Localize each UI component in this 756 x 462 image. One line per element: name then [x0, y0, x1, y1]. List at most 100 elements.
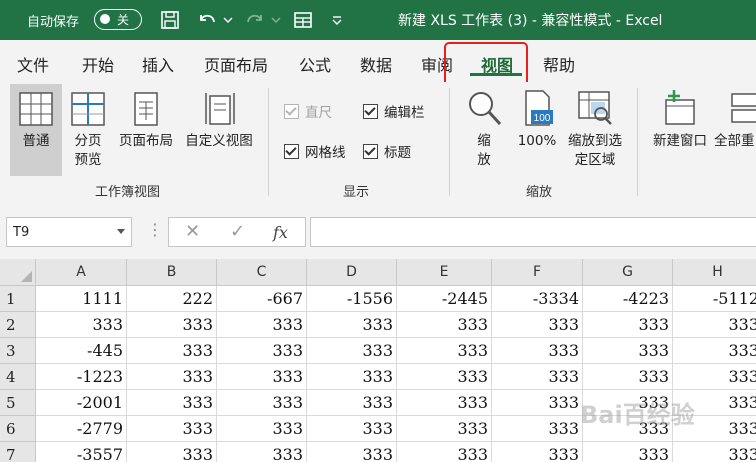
- tab-data[interactable]: 数据: [360, 52, 392, 76]
- cell-e2[interactable]: 333: [397, 312, 492, 338]
- cell-g3[interactable]: 333: [583, 338, 673, 364]
- page-break-preview-button[interactable]: 分页预览: [66, 84, 110, 176]
- column-header-d[interactable]: D: [307, 259, 397, 286]
- tab-home[interactable]: 开始: [82, 52, 114, 76]
- tab-page-layout[interactable]: 页面布局: [204, 52, 268, 76]
- insert-function-icon[interactable]: fx: [273, 223, 288, 242]
- arrange-all-button[interactable]: 全部重: [714, 84, 756, 176]
- row-header-6[interactable]: 6: [0, 416, 36, 442]
- cell-e4[interactable]: 333: [397, 364, 492, 390]
- cell-a1[interactable]: 1111: [36, 286, 127, 312]
- tab-insert[interactable]: 插入: [142, 52, 174, 76]
- cell-c1[interactable]: -667: [217, 286, 307, 312]
- column-header-c[interactable]: C: [217, 259, 307, 286]
- row-header-2[interactable]: 2: [0, 312, 36, 338]
- cell-f4[interactable]: 333: [492, 364, 583, 390]
- formula-bar-checkbox[interactable]: 编辑栏: [363, 101, 425, 121]
- cell-f3[interactable]: 333: [492, 338, 583, 364]
- cell-d6[interactable]: 333: [307, 416, 397, 442]
- cell-e1[interactable]: -2445: [397, 286, 492, 312]
- row-header-4[interactable]: 4: [0, 364, 36, 390]
- row-header-5[interactable]: 5: [0, 390, 36, 416]
- cell-h4[interactable]: 333: [673, 364, 756, 390]
- cell-f1[interactable]: -3334: [492, 286, 583, 312]
- cell-b7[interactable]: 333: [127, 442, 217, 462]
- cell-a2[interactable]: 333: [36, 312, 127, 338]
- formula-input[interactable]: [310, 217, 756, 247]
- name-box[interactable]: T9: [6, 217, 132, 247]
- autosave-toggle[interactable]: 关: [94, 9, 142, 30]
- column-header-e[interactable]: E: [397, 259, 492, 286]
- cell-e6[interactable]: 333: [397, 416, 492, 442]
- cell-c7[interactable]: 333: [217, 442, 307, 462]
- cell-b2[interactable]: 333: [127, 312, 217, 338]
- new-window-button[interactable]: 新建窗口: [648, 84, 712, 176]
- cell-g1[interactable]: -4223: [583, 286, 673, 312]
- cell-d5[interactable]: 333: [307, 390, 397, 416]
- zoom-100-button[interactable]: 100 100%: [514, 84, 560, 176]
- page-layout-view-button[interactable]: 页面布局: [114, 84, 178, 176]
- cell-a6[interactable]: -2779: [36, 416, 127, 442]
- cell-b1[interactable]: 222: [127, 286, 217, 312]
- row-header-3[interactable]: 3: [0, 338, 36, 364]
- cell-b6[interactable]: 333: [127, 416, 217, 442]
- cell-g4[interactable]: 333: [583, 364, 673, 390]
- cell-e7[interactable]: 333: [397, 442, 492, 462]
- cell-b4[interactable]: 333: [127, 364, 217, 390]
- cancel-icon[interactable]: ✕: [185, 221, 200, 242]
- drag-handle-icon[interactable]: ⋮: [147, 220, 163, 239]
- cell-d2[interactable]: 333: [307, 312, 397, 338]
- cell-a7[interactable]: -3557: [36, 442, 127, 462]
- column-header-b[interactable]: B: [127, 259, 217, 286]
- gridlines-checkbox[interactable]: 网格线: [284, 141, 346, 161]
- tab-formulas[interactable]: 公式: [299, 52, 331, 76]
- cell-b5[interactable]: 333: [127, 390, 217, 416]
- column-header-g[interactable]: G: [583, 259, 673, 286]
- tab-file[interactable]: 文件: [17, 52, 49, 76]
- cell-h3[interactable]: 333: [673, 338, 756, 364]
- cell-b3[interactable]: 333: [127, 338, 217, 364]
- zoom-to-selection-button[interactable]: 缩放到选定区域: [562, 84, 628, 176]
- cell-a5[interactable]: -2001: [36, 390, 127, 416]
- cell-c2[interactable]: 333: [217, 312, 307, 338]
- cell-h2[interactable]: 333: [673, 312, 756, 338]
- column-header-a[interactable]: A: [36, 259, 127, 286]
- form-icon[interactable]: [292, 9, 314, 31]
- enter-icon[interactable]: ✓: [230, 221, 245, 242]
- cell-d1[interactable]: -1556: [307, 286, 397, 312]
- cell-c5[interactable]: 333: [217, 390, 307, 416]
- column-header-h[interactable]: H: [673, 259, 756, 286]
- cell-g2[interactable]: 333: [583, 312, 673, 338]
- headings-checkbox[interactable]: 标题: [363, 141, 411, 161]
- worksheet-grid[interactable]: A B C D E F G H 1 1111 222 -667 -1556 -2445 -3334 -4223…: [0, 259, 756, 462]
- column-header-f[interactable]: F: [492, 259, 583, 286]
- undo-dropdown-icon[interactable]: [222, 9, 234, 31]
- undo-icon[interactable]: [196, 9, 218, 31]
- tab-help[interactable]: 帮助: [543, 52, 575, 76]
- cell-f6[interactable]: 333: [492, 416, 583, 442]
- cell-d7[interactable]: 333: [307, 442, 397, 462]
- row-header-7[interactable]: 7: [0, 442, 36, 462]
- cell-h7[interactable]: 333: [673, 442, 756, 462]
- cell-g7[interactable]: 333: [583, 442, 673, 462]
- zoom-button[interactable]: 缩放: [462, 84, 506, 176]
- cell-e5[interactable]: 333: [397, 390, 492, 416]
- cell-f5[interactable]: 333: [492, 390, 583, 416]
- cell-a3[interactable]: -445: [36, 338, 127, 364]
- customize-qat-icon[interactable]: [330, 9, 344, 31]
- save-icon[interactable]: [159, 9, 181, 31]
- cell-d3[interactable]: 333: [307, 338, 397, 364]
- cell-h1[interactable]: -5112: [673, 286, 756, 312]
- select-all-corner[interactable]: [0, 259, 36, 286]
- cell-c4[interactable]: 333: [217, 364, 307, 390]
- cell-f2[interactable]: 333: [492, 312, 583, 338]
- cell-c3[interactable]: 333: [217, 338, 307, 364]
- cell-f7[interactable]: 333: [492, 442, 583, 462]
- row-header-1[interactable]: 1: [0, 286, 36, 312]
- cell-e3[interactable]: 333: [397, 338, 492, 364]
- normal-view-button[interactable]: 普通: [10, 84, 62, 176]
- name-box-dropdown-icon[interactable]: [117, 229, 125, 234]
- custom-views-button[interactable]: 自定义视图: [180, 84, 258, 176]
- cell-a4[interactable]: -1223: [36, 364, 127, 390]
- cell-d4[interactable]: 333: [307, 364, 397, 390]
